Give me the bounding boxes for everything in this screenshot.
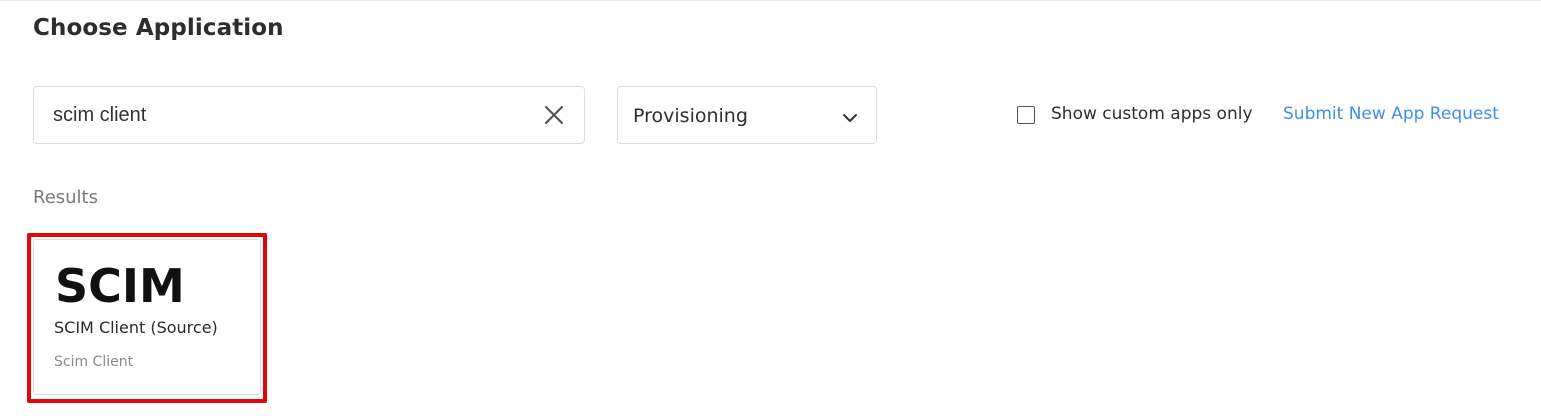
custom-apps-checkbox[interactable] xyxy=(1017,106,1035,124)
svg-text:SCIM: SCIM xyxy=(55,260,183,308)
category-dropdown-value: Provisioning xyxy=(633,105,748,127)
chevron-down-icon xyxy=(842,109,858,122)
submit-new-app-request-link[interactable]: Submit New App Request xyxy=(1283,104,1499,124)
app-subtitle: Scim Client xyxy=(54,354,134,370)
search-input[interactable] xyxy=(53,87,523,143)
app-card[interactable]: SCIM SCIM Client (Source) Scim Client xyxy=(33,239,261,395)
scim-logo: SCIM xyxy=(55,260,183,308)
close-icon[interactable] xyxy=(544,105,564,125)
category-dropdown[interactable]: Provisioning xyxy=(617,86,877,144)
page-title: Choose Application xyxy=(33,15,284,41)
results-heading: Results xyxy=(33,187,98,208)
app-name: SCIM Client (Source) xyxy=(54,318,218,337)
search-field[interactable] xyxy=(33,86,585,144)
top-divider xyxy=(0,0,1541,1)
custom-apps-label[interactable]: Show custom apps only xyxy=(1051,104,1253,124)
